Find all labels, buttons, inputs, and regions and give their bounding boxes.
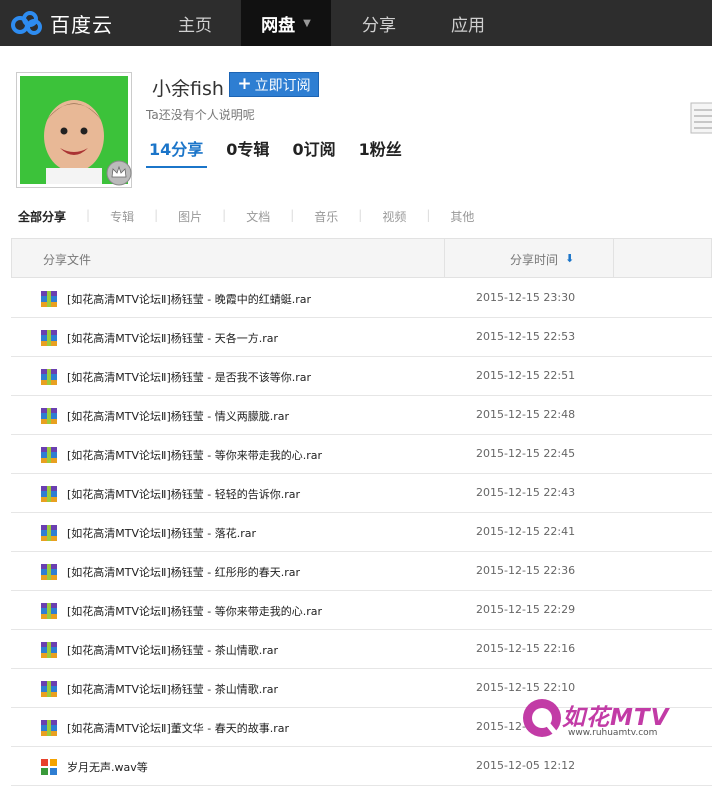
table-row[interactable]: [如花高清MTV论坛Ⅱ]杨钰莹 - 是否我不该等你.rar 2015-12-15 … [11,357,712,396]
table-row[interactable]: 岁月无声.wav等 2015-12-05 12:12 [11,747,712,786]
share-time: 2015-12-15 23:30 [476,291,576,304]
subscribe-button[interactable]: + 立即订阅 [229,72,319,97]
rar-archive-icon [41,369,57,389]
rar-archive-icon [41,681,57,701]
column-header-file: 分享文件 [43,253,92,267]
nav-home[interactable]: 主页 [152,0,238,46]
nav-netdisk[interactable]: 网盘 ▼ [241,0,331,46]
table-row[interactable]: [如花高清MTV论坛Ⅱ]杨钰莹 - 天各一方.rar 2015-12-15 22:… [11,318,712,357]
file-name[interactable]: [如花高清MTV论坛Ⅱ]杨钰莹 - 等你来带走我的心.rar [67,447,322,463]
stat-shares[interactable]: 14分享 [146,134,208,168]
share-time: 2015-12-15 22:10 [476,681,576,694]
filter-videos[interactable]: 视频 [382,208,406,225]
rar-archive-icon [41,330,57,350]
baidu-cloud-logo[interactable]: 百度云 [10,8,113,38]
chevron-down-icon: ▼ [303,17,311,29]
top-navigation-bar: 百度云 主页 网盘 ▼ 分享 应用 [0,0,712,46]
share-time: 2015-12-15 22:43 [476,486,576,499]
plus-icon: + [237,74,252,94]
file-name[interactable]: [如花高清MTV论坛Ⅱ]杨钰莹 - 情义两朦胧.rar [67,408,289,424]
share-time: 2015-12-15 22:36 [476,564,576,577]
filter-other[interactable]: 其他 [450,208,474,225]
rar-archive-icon [41,603,57,623]
share-time: 2015-12-15 22:48 [476,408,576,421]
file-name[interactable]: [如花高清MTV论坛Ⅱ]杨钰莹 - 等你来带走我的心.rar [67,603,322,619]
rar-archive-icon [41,447,57,467]
rar-archive-icon [41,720,57,740]
logo-text: 百度云 [50,12,113,37]
file-name[interactable]: [如花高清MTV论坛Ⅱ]杨钰莹 - 晚霞中的红蜻蜓.rar [67,291,311,307]
table-row[interactable]: [如花高清MTV论坛Ⅱ]杨钰莹 - 茶山情歌.rar 2015-12-15 22:… [11,630,712,669]
sort-down-icon[interactable]: ⬇ [565,252,574,265]
filter-all[interactable]: 全部分享 [18,208,66,225]
rar-archive-icon [41,486,57,506]
file-name[interactable]: [如花高清MTV论坛Ⅱ]杨钰莹 - 落花.rar [67,525,256,541]
filter-images[interactable]: 图片 [178,208,202,225]
share-time: 2015-12-15 22:41 [476,525,576,538]
table-row[interactable]: [如花高清MTV论坛Ⅱ]杨钰莹 - 红彤彤的春天.rar 2015-12-15 2… [11,552,712,591]
table-row[interactable]: [如花高清MTV论坛Ⅱ]杨钰莹 - 轻轻的告诉你.rar 2015-12-15 2… [11,474,712,513]
stat-albums[interactable]: 0专辑 [223,134,273,168]
file-name[interactable]: [如花高清MTV论坛Ⅱ]杨钰莹 - 红彤彤的春天.rar [67,564,300,580]
table-row[interactable]: [如花高清MTV论坛Ⅱ]杨钰莹 - 晚霞中的红蜻蜓.rar 2015-12-15 … [11,279,712,318]
table-header: 分享文件 分享时间 ⬇ [11,238,712,278]
audio-file-icon [41,759,57,779]
rar-archive-icon [41,408,57,428]
rar-archive-icon [41,642,57,662]
watermark-logo: 如花MTV www.ruhuamtv.com [520,696,690,742]
table-row[interactable]: [如花高清MTV论坛Ⅱ]杨钰莹 - 落花.rar 2015-12-15 22:41 [11,513,712,552]
profile-stats: 14分享 0专辑 0订阅 1粉丝 [146,134,422,168]
notepad-icon[interactable] [690,102,712,134]
share-time: 2015-12-15 22:16 [476,642,576,655]
rar-archive-icon [41,525,57,545]
filter-documents[interactable]: 文档 [246,208,270,225]
table-row[interactable]: [如花高清MTV论坛Ⅱ]杨钰莹 - 等你来带走我的心.rar 2015-12-15… [11,435,712,474]
stat-subscriptions[interactable]: 0订阅 [289,134,339,168]
category-filters: 全部分享 | 专辑 | 图片 | 文档 | 音乐 | 视频 | 其他 [18,208,475,225]
column-header-time[interactable]: 分享时间 [510,251,558,268]
profile-bio: Ta还没有个人说明呢 [146,108,255,122]
table-row[interactable]: [如花高清MTV论坛Ⅱ]杨钰莹 - 情义两朦胧.rar 2015-12-15 22… [11,396,712,435]
crown-badge-icon [106,160,132,186]
file-name[interactable]: [如花高清MTV论坛Ⅱ]杨钰莹 - 是否我不该等你.rar [67,369,311,385]
stat-fans[interactable]: 1粉丝 [356,134,406,168]
share-time: 2015-12-15 22:29 [476,603,576,616]
file-name[interactable]: [如花高清MTV论坛Ⅱ]杨钰莹 - 茶山情歌.rar [67,681,278,697]
rar-archive-icon [41,291,57,311]
watermark-q-icon [523,699,561,737]
nav-share[interactable]: 分享 [336,0,422,46]
file-name[interactable]: [如花高清MTV论坛Ⅱ]董文华 - 春天的故事.rar [67,720,289,736]
rar-archive-icon [41,564,57,584]
file-name[interactable]: 岁月无声.wav等 [67,759,148,775]
file-name[interactable]: [如花高清MTV论坛Ⅱ]杨钰莹 - 茶山情歌.rar [67,642,278,658]
cloud-logo-icon [11,11,42,35]
share-time: 2015-12-15 22:45 [476,447,576,460]
nav-apps[interactable]: 应用 [425,0,511,46]
share-time: 2015-12-15 22:51 [476,369,576,382]
file-name[interactable]: [如花高清MTV论坛Ⅱ]杨钰莹 - 轻轻的告诉你.rar [67,486,300,502]
table-row[interactable]: [如花高清MTV论坛Ⅱ]杨钰莹 - 等你来带走我的心.rar 2015-12-15… [11,591,712,630]
filter-albums[interactable]: 专辑 [110,208,134,225]
share-time: 2015-12-15 22:53 [476,330,576,343]
username: 小余fish [152,78,224,100]
file-name[interactable]: [如花高清MTV论坛Ⅱ]杨钰莹 - 天各一方.rar [67,330,278,346]
filter-music[interactable]: 音乐 [314,208,338,225]
